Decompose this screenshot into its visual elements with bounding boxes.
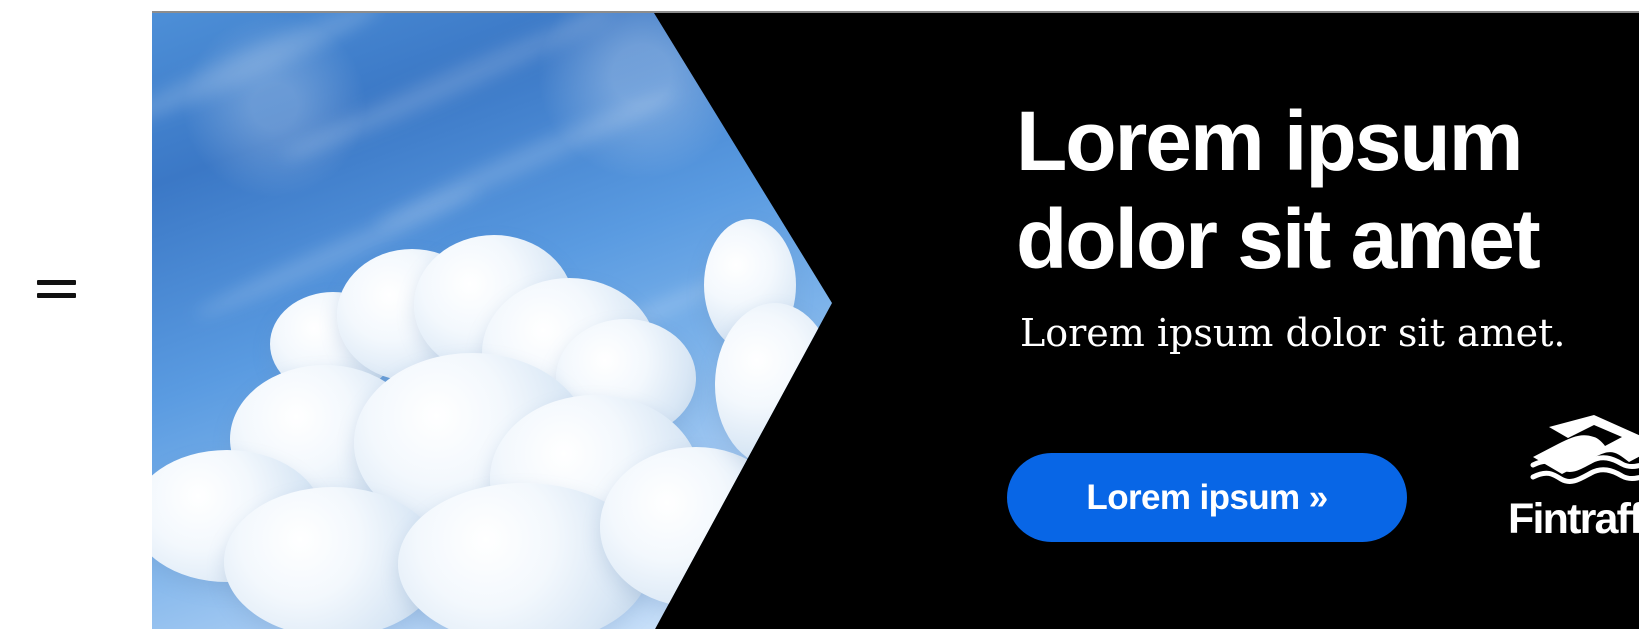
cloud-shape: [600, 447, 792, 607]
menu-icon-top-bar: [37, 280, 76, 285]
menu-icon-bottom-bar: [37, 293, 76, 298]
brand-name: Fintraffic: [1508, 495, 1639, 543]
cloud-shape: [715, 303, 832, 467]
hero-banner: Lorem ipsum dolor sit amet Lorem ipsum d…: [152, 11, 1639, 629]
call-to-action-button[interactable]: Lorem ipsum »: [1007, 453, 1407, 542]
banner-subheadline: Lorem ipsum dolor sit amet.: [1020, 311, 1566, 355]
page-canvas: Lorem ipsum dolor sit amet Lorem ipsum d…: [0, 0, 1639, 629]
sky-wisp: [152, 13, 386, 133]
hamburger-menu-button[interactable]: [34, 277, 80, 307]
fintraffic-logo-icon: [1530, 415, 1639, 484]
headline-line-2: dolor sit amet: [1016, 192, 1541, 286]
sky-image: [152, 13, 832, 629]
fintraffic-logo: Fintraffic: [1502, 413, 1639, 546]
headline-line-1: Lorem ipsum: [1016, 94, 1523, 188]
banner-headline: Lorem ipsum dolor sit amet: [1016, 92, 1639, 288]
